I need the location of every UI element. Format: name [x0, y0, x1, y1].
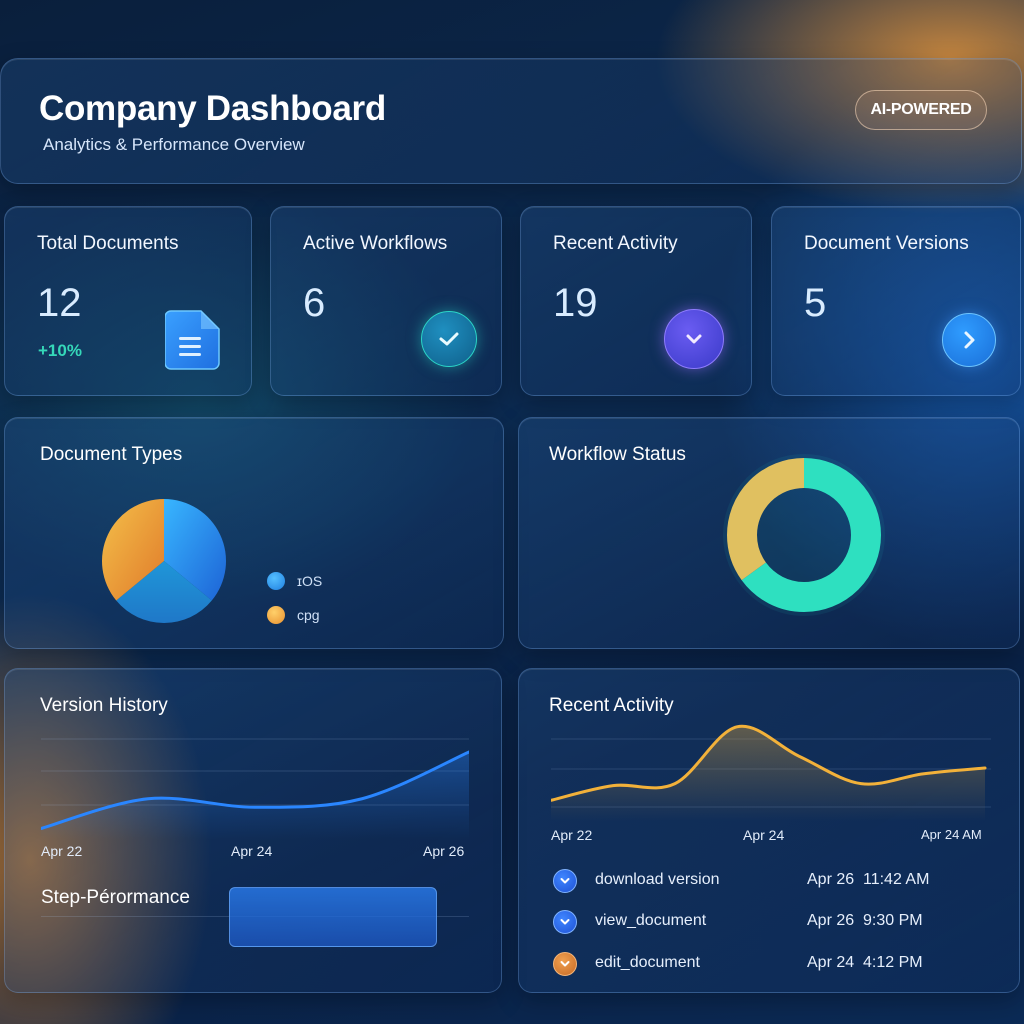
legend-label: cpg: [297, 607, 320, 623]
card-title: Workflow Status: [549, 444, 686, 465]
activity-date: Apr 24: [807, 954, 855, 971]
version-history-card: Version History Apr 22 Apr 24 Apr 26 Ste…: [4, 668, 502, 993]
header-panel: Company Dashboard Analytics & Performanc…: [0, 58, 1022, 184]
x-tick-label: Apr 24 AM: [921, 827, 982, 842]
workflow-status-donut: [723, 454, 885, 616]
document-types-pie: [102, 499, 226, 623]
stat-value: 5: [804, 281, 827, 325]
legend-dot-orange: [267, 606, 285, 624]
x-tick-label: Apr 22: [551, 827, 593, 843]
legend-item-ios: ɪOS: [267, 572, 322, 590]
activity-time: 9:30 PM: [863, 912, 923, 929]
card-title: Version History: [40, 695, 168, 716]
chevron-down-icon: [553, 869, 577, 893]
chevron-down-icon: [664, 309, 724, 369]
check-icon: [421, 311, 477, 367]
version-history-chart: [41, 738, 469, 839]
activity-date: Apr 26: [807, 871, 855, 888]
stat-label: Active Workflows: [303, 233, 448, 254]
chevron-down-icon: [553, 952, 577, 976]
ai-powered-badge[interactable]: AI-POWERED: [855, 90, 987, 130]
document-types-card: Document Types ɪOS cpg: [4, 417, 504, 649]
x-tick-label: Apr 24: [743, 827, 785, 843]
stat-label: Total Documents: [37, 233, 179, 254]
legend-item-cpg: cpg: [267, 606, 320, 624]
activity-row[interactable]: download version Apr 26 11:42 AM: [553, 868, 973, 894]
x-tick-label: Apr 22: [41, 843, 83, 859]
stat-value: 19: [553, 281, 598, 325]
activity-time: 4:12 PM: [863, 954, 923, 971]
x-tick-label: Apr 26: [423, 843, 465, 859]
card-title: Document Types: [40, 444, 183, 465]
step-performance-bar: [229, 887, 437, 947]
activity-time: 11:42 AM: [863, 871, 930, 888]
stat-value: 6: [303, 281, 326, 325]
legend-dot-blue: [267, 572, 285, 590]
activity-row[interactable]: view_document Apr 26 9:30 PM: [553, 909, 973, 935]
page-title: Company Dashboard: [39, 89, 386, 128]
x-tick-label: Apr 24: [231, 843, 273, 859]
chevron-down-icon: [553, 910, 577, 934]
recent-activity-card: Recent Activity Apr 22 Apr 24 Apr 24 AM …: [518, 668, 1020, 993]
chevron-right-icon[interactable]: [942, 313, 996, 367]
stat-card-active-workflows[interactable]: Active Workflows 6: [270, 206, 502, 396]
workflow-status-card: Workflow Status: [518, 417, 1020, 649]
activity-date: Apr 26: [807, 912, 855, 929]
stat-value: 12: [37, 281, 82, 325]
document-icon: [164, 307, 223, 376]
stat-label: Document Versions: [804, 233, 969, 254]
activity-name: edit_document: [595, 954, 700, 971]
legend-label: ɪOS: [297, 573, 323, 589]
area-fill: [41, 752, 469, 839]
activity-name: view_document: [595, 912, 707, 929]
stat-card-total-documents[interactable]: Total Documents 12 +10%: [4, 206, 252, 396]
stat-card-recent-activity[interactable]: Recent Activity 19: [520, 206, 752, 396]
page-subtitle: Analytics & Performance Overview: [43, 135, 305, 154]
recent-activity-chart: [551, 724, 991, 821]
activity-name: download version: [595, 871, 720, 888]
stat-delta: +10%: [38, 341, 82, 360]
activity-row[interactable]: edit_document Apr 24 4:12 PM: [553, 951, 973, 977]
stat-card-document-versions[interactable]: Document Versions 5: [771, 206, 1021, 396]
stat-label: Recent Activity: [553, 233, 678, 254]
step-performance-label: Step-Pérormance: [41, 887, 190, 908]
